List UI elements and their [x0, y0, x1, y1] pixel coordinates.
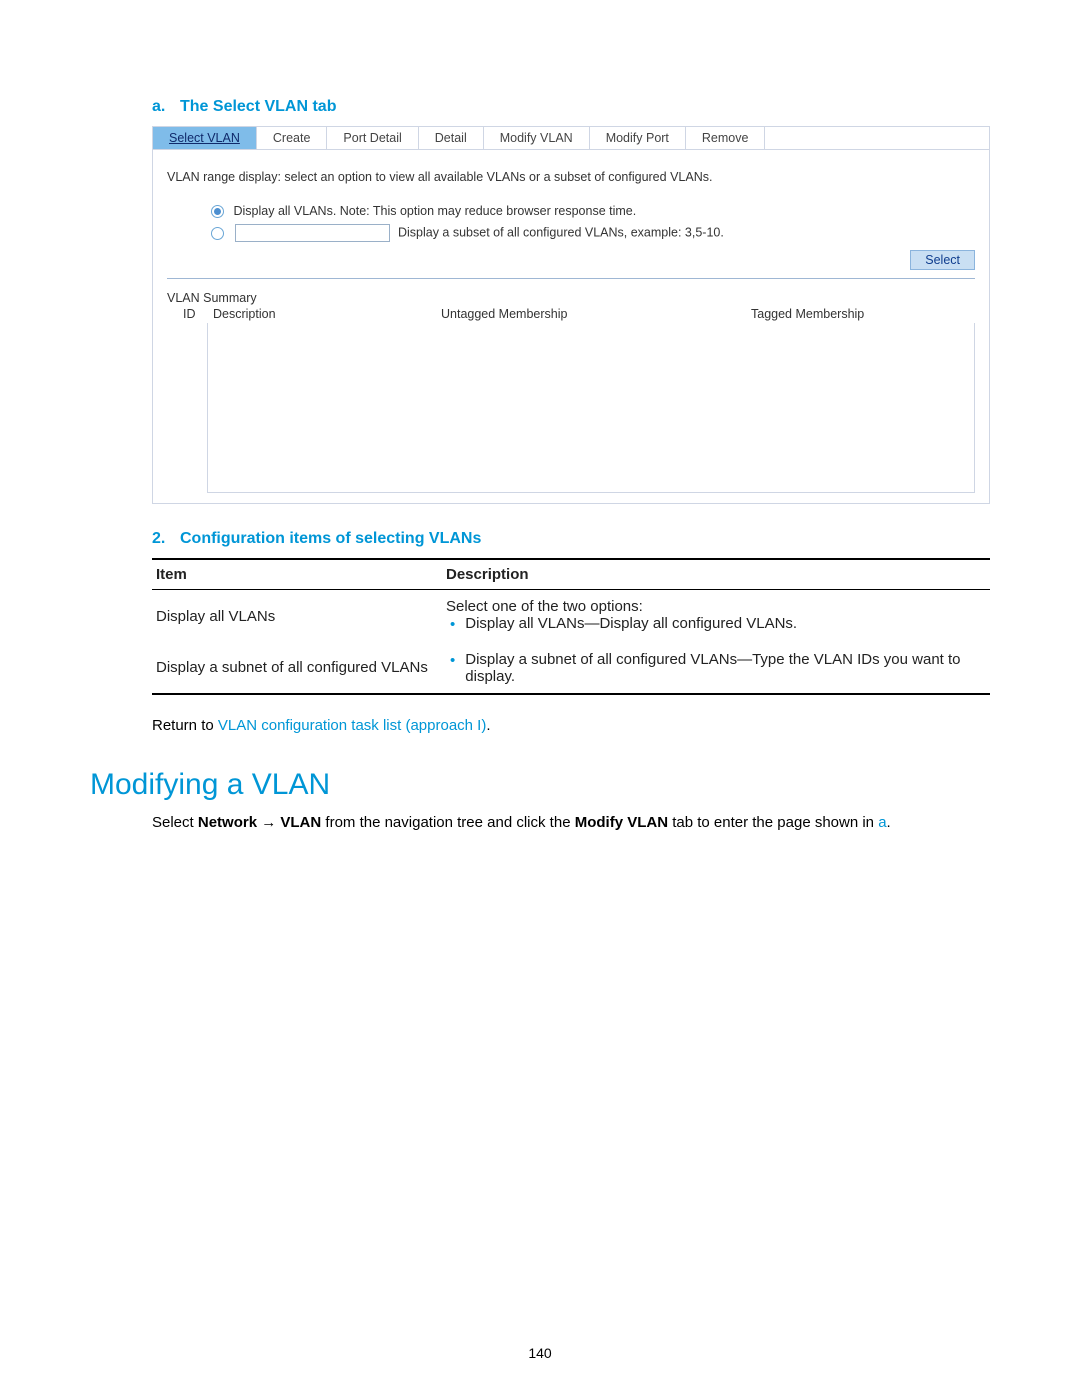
modifying-vlan-paragraph: Select Network → VLAN from the navigatio… — [152, 812, 990, 835]
config-table: Item Description Display all VLANs Selec… — [152, 558, 990, 695]
tab-modify-vlan[interactable]: Modify VLAN — [484, 127, 590, 149]
tab-bar: Select VLAN Create Port Detail Detail Mo… — [153, 127, 989, 150]
radio-display-all[interactable] — [211, 205, 224, 218]
heading-modifying-vlan: Modifying a VLAN — [90, 768, 990, 802]
option-display-all-label: Display all VLANs. Note: This option may… — [233, 204, 636, 218]
link-a[interactable]: a — [878, 814, 886, 831]
table-row: Display a subnet of all configured VLANs… — [152, 643, 990, 694]
select-vlan-screenshot: Select VLAN Create Port Detail Detail Mo… — [152, 126, 990, 504]
radio-display-subset[interactable] — [211, 227, 224, 240]
section-a-heading: a.The Select VLAN tab — [152, 98, 990, 116]
select-button[interactable]: Select — [910, 250, 975, 270]
config-th-desc: Description — [442, 559, 990, 590]
option-display-subset-label: Display a subset of all configured VLANs… — [398, 226, 724, 240]
vlan-range-description: VLAN range display: select an option to … — [167, 170, 975, 184]
tab-detail[interactable]: Detail — [419, 127, 484, 149]
subset-input[interactable] — [235, 224, 390, 242]
table-row: Display all VLANs Select one of the two … — [152, 590, 990, 643]
section-2-heading: 2.Configuration items of selecting VLANs — [152, 530, 990, 548]
return-link[interactable]: VLAN configuration task list (approach I… — [218, 717, 486, 734]
vlan-summary-list — [207, 323, 975, 493]
page-number: 140 — [0, 1345, 1080, 1361]
cfg-bullet-1: Display all VLANs—Display all configured… — [465, 615, 797, 632]
tab-modify-port[interactable]: Modify Port — [590, 127, 686, 149]
tab-spacer — [765, 127, 989, 149]
tab-port-detail[interactable]: Port Detail — [327, 127, 418, 149]
bullet-icon: • — [446, 651, 465, 671]
cfg-desc-intro: Select one of the two options: — [446, 598, 986, 615]
bullet-icon: • — [446, 615, 465, 635]
vlan-summary-title: VLAN Summary — [167, 291, 975, 305]
vlan-summary-columns: ID Description Untagged Membership Tagge… — [167, 307, 975, 323]
return-line: Return to VLAN configuration task list (… — [152, 717, 990, 734]
col-tagged: Tagged Membership — [751, 307, 975, 321]
col-untagged: Untagged Membership — [441, 307, 751, 321]
cfg-bullet-2: Display a subnet of all configured VLANs… — [465, 651, 986, 685]
config-th-item: Item — [152, 559, 442, 590]
tab-create[interactable]: Create — [257, 127, 328, 149]
col-description: Description — [213, 307, 441, 321]
tab-select-vlan[interactable]: Select VLAN — [153, 127, 257, 149]
col-id: ID — [167, 307, 213, 321]
tab-remove[interactable]: Remove — [686, 127, 766, 149]
cfg-item-2: Display a subnet of all configured VLANs — [152, 643, 442, 694]
cfg-item-1: Display all VLANs — [152, 590, 442, 643]
